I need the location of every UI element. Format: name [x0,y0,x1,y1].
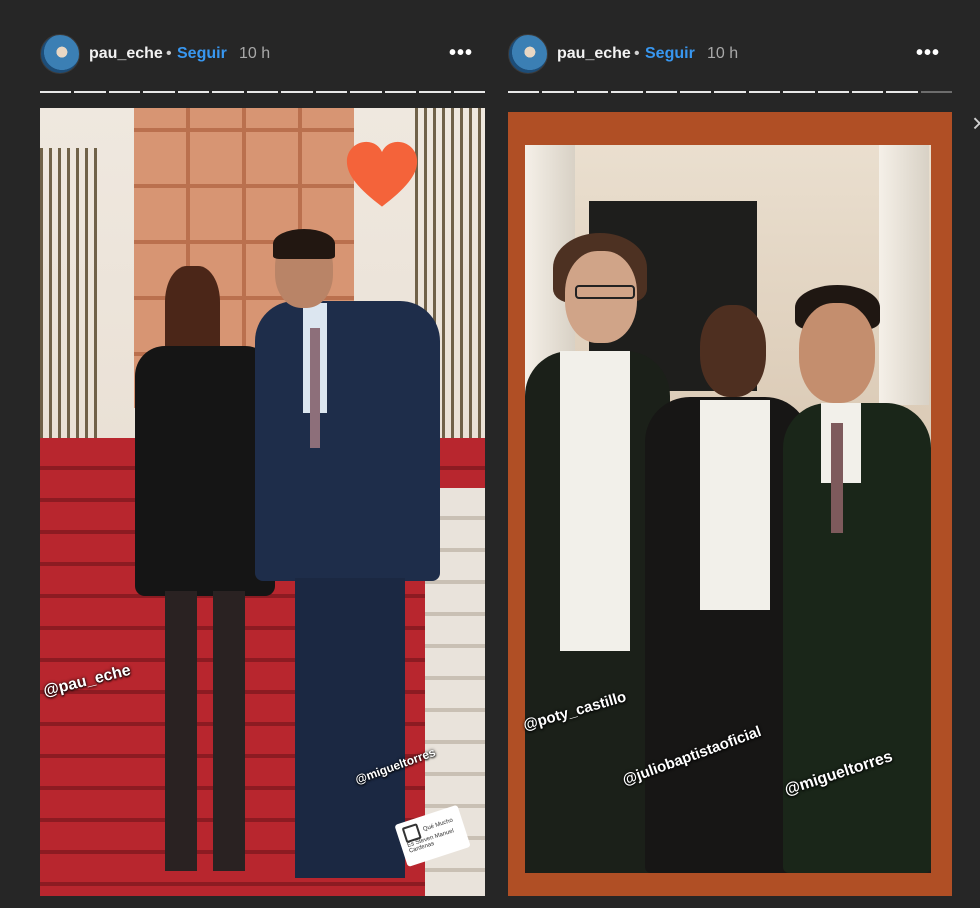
username[interactable]: pau_eche [557,45,631,63]
progress-segment [212,91,244,93]
progress-segment [748,91,781,93]
avatar[interactable] [508,34,548,74]
progress-segment [143,91,175,93]
progress-segment [851,91,884,93]
more-options-icon[interactable]: ••• [449,42,473,65]
progress-segment [714,91,746,93]
separator-dot: • [634,45,640,62]
progress-segment [645,91,677,93]
progress-segment [611,91,643,93]
avatar[interactable] [40,34,80,74]
progress-segment [817,91,849,93]
username[interactable]: pau_eche [89,45,163,63]
close-icon[interactable]: × [972,108,980,139]
story-progress-bar [508,91,953,94]
progress-segment [108,91,141,93]
story-progress-bar [40,91,486,94]
more-options-icon[interactable]: ••• [916,42,940,65]
progress-segment [74,91,106,93]
progress-segment [384,91,417,93]
progress-segment [920,91,953,93]
heart-icon[interactable] [343,138,421,216]
follow-button[interactable]: Seguir [177,45,227,63]
progress-segment [246,91,279,93]
progress-segment [315,91,348,93]
progress-segment [542,91,574,93]
progress-segment [419,91,451,93]
progress-segment [350,91,382,93]
progress-segment [886,91,918,93]
progress-segment [453,91,486,93]
progress-segment [508,91,540,93]
progress-segment [177,91,210,93]
timestamp: 10 h [707,45,739,62]
man-figure [645,305,810,873]
story-media[interactable]: @poty_castillo @juliobaptistaoficial @mi… [508,112,952,896]
story-media[interactable]: @pau_eche @migueltorres Qué Mucho Es Ste… [40,108,485,896]
man-figure [255,229,445,888]
progress-segment [40,91,72,93]
progress-segment [679,91,712,93]
story-header: pau_eche • Seguir 10 h ••• [40,34,485,74]
story-header: pau_eche • Seguir 10 h ••• [508,34,952,74]
progress-segment [281,91,313,93]
timestamp: 10 h [239,45,271,62]
separator-dot: • [166,45,172,62]
progress-segment [783,91,815,93]
follow-button[interactable]: Seguir [645,45,695,63]
progress-segment [576,91,609,93]
